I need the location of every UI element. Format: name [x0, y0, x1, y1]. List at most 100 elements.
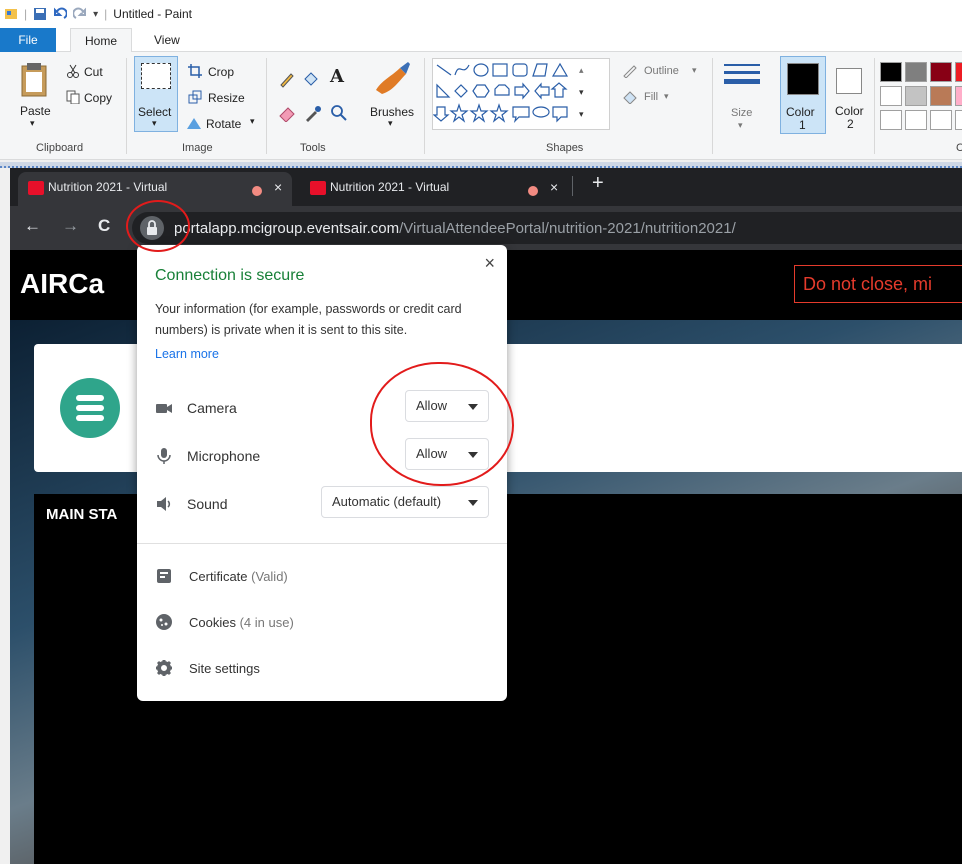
- rotate-button[interactable]: Rotate: [206, 117, 241, 131]
- cookies-label: Cookies: [189, 615, 236, 630]
- pencil-icon[interactable]: [278, 70, 296, 88]
- tab-home[interactable]: Home: [70, 28, 133, 52]
- palette-swatch[interactable]: [880, 62, 902, 82]
- copy-button[interactable]: Copy: [84, 91, 112, 105]
- fill-dropdown-icon[interactable]: ▾: [664, 91, 669, 102]
- browser-tab-2[interactable]: Nutrition 2021 - Virtual ×: [300, 172, 566, 206]
- url-path: /VirtualAttendeePortal/nutrition-2021/nu…: [399, 220, 736, 237]
- undo-icon[interactable]: [53, 7, 68, 21]
- lock-annotation-circle: [126, 200, 190, 252]
- size-icon[interactable]: [722, 62, 762, 92]
- window-title: Untitled - Paint: [113, 7, 192, 21]
- svg-text:▴: ▴: [579, 65, 584, 75]
- resize-icon[interactable]: [188, 90, 202, 104]
- palette-swatch[interactable]: [955, 86, 962, 106]
- recording-icon: [252, 186, 262, 196]
- color2-number: 2: [847, 117, 854, 131]
- recording-icon: [528, 186, 538, 196]
- copy-icon[interactable]: [66, 90, 80, 105]
- redo-icon[interactable]: [72, 7, 87, 21]
- paste-dropdown-icon[interactable]: ▾: [30, 118, 35, 129]
- shapes-gallery[interactable]: ▴ ▾ ▾: [432, 58, 610, 130]
- tools-group-label: Tools: [300, 142, 326, 154]
- save-icon[interactable]: [33, 7, 47, 21]
- outline-icon[interactable]: [622, 64, 638, 79]
- color2-button[interactable]: Color 2: [830, 56, 872, 134]
- eraser-icon[interactable]: [278, 104, 296, 123]
- camera-label: Camera: [187, 400, 237, 416]
- svg-text:▾: ▾: [579, 109, 584, 119]
- palette-swatch[interactable]: [930, 86, 952, 106]
- size-dropdown-icon[interactable]: ▾: [738, 120, 743, 131]
- outline-dropdown-icon[interactable]: ▾: [692, 65, 697, 76]
- brushes-button[interactable]: Brushes: [370, 105, 414, 119]
- microphone-label: Microphone: [187, 448, 261, 464]
- resize-button[interactable]: Resize: [208, 91, 245, 105]
- palette-swatch[interactable]: [905, 86, 927, 106]
- back-button[interactable]: ←: [24, 216, 41, 236]
- size-button[interactable]: Size: [731, 107, 752, 119]
- certificate-label: Certificate: [189, 569, 248, 584]
- crop-button[interactable]: Crop: [208, 65, 234, 79]
- forward-button[interactable]: →: [62, 216, 79, 236]
- ribbon: Paste ▾ Cut Copy Clipboard Select ▾ Crop…: [0, 52, 962, 160]
- color-picker-icon[interactable]: [304, 104, 322, 122]
- fill-button[interactable]: Fill: [644, 91, 658, 103]
- palette-swatch[interactable]: [930, 110, 952, 130]
- brushes-dropdown-icon[interactable]: ▾: [388, 118, 393, 129]
- tab-close-icon[interactable]: ×: [274, 172, 282, 202]
- fill-icon[interactable]: [622, 90, 638, 105]
- select-dropdown-icon[interactable]: ▾: [152, 118, 157, 129]
- site-favicon-icon: [28, 181, 44, 195]
- paint-app-icon: [4, 7, 18, 21]
- color1-label: Color: [786, 105, 815, 119]
- rotate-icon[interactable]: [186, 116, 202, 130]
- rotate-dropdown-icon[interactable]: ▾: [250, 116, 255, 127]
- fill-bucket-icon[interactable]: [302, 70, 320, 88]
- url-text[interactable]: portalapp.mcigroup.eventsair.com/Virtual…: [174, 220, 736, 237]
- microphone-icon: [155, 447, 173, 465]
- omnibox[interactable]: portalapp.mcigroup.eventsair.com/Virtual…: [132, 212, 962, 244]
- quick-access-dropdown-icon[interactable]: ▾: [93, 9, 98, 20]
- cookies-link[interactable]: Cookies (4 in use): [155, 615, 294, 630]
- close-popup-button[interactable]: ×: [484, 253, 495, 274]
- brushes-icon[interactable]: [372, 60, 412, 98]
- hamburger-menu-icon[interactable]: [60, 378, 120, 438]
- paste-icon[interactable]: [20, 62, 50, 100]
- certificate-link[interactable]: Certificate (Valid): [155, 569, 288, 584]
- palette-swatch[interactable]: [955, 110, 962, 130]
- palette-swatch[interactable]: [880, 86, 902, 106]
- palette-swatch[interactable]: [905, 62, 927, 82]
- site-settings-link[interactable]: Site settings: [155, 661, 260, 676]
- tab-close-icon[interactable]: ×: [550, 172, 558, 202]
- tab-file[interactable]: File: [0, 28, 56, 52]
- cut-button[interactable]: Cut: [84, 65, 103, 79]
- color1-button[interactable]: Color 1: [780, 56, 826, 134]
- palette-swatch[interactable]: [905, 110, 927, 130]
- image-group-label: Image: [182, 142, 213, 154]
- palette-swatch[interactable]: [930, 62, 952, 82]
- shapes-group-label: Shapes: [546, 142, 584, 154]
- chevron-down-icon: [468, 500, 478, 506]
- select-icon: [141, 63, 171, 89]
- palette-swatch[interactable]: [955, 62, 962, 82]
- speaker-icon: [155, 495, 173, 513]
- palette-swatch[interactable]: [880, 110, 902, 130]
- paste-button[interactable]: Paste: [20, 104, 51, 118]
- magnifier-icon[interactable]: [330, 104, 348, 122]
- cut-icon[interactable]: [66, 64, 80, 78]
- popup-divider: [137, 543, 507, 544]
- sound-permission-select[interactable]: Automatic (default): [321, 486, 489, 518]
- reload-button[interactable]: C: [98, 216, 110, 236]
- new-tab-button[interactable]: +: [592, 172, 604, 195]
- tab-view[interactable]: View: [140, 28, 194, 52]
- ribbon-tabs: File Home View: [0, 28, 962, 52]
- learn-more-link[interactable]: Learn more: [155, 347, 219, 361]
- color1-number: 1: [799, 118, 806, 132]
- sound-label: Sound: [187, 496, 228, 512]
- colors-group-label: C: [956, 142, 962, 154]
- url-domain: portalapp.mcigroup.eventsair.com: [174, 220, 400, 237]
- outline-button[interactable]: Outline: [644, 65, 679, 77]
- text-tool-icon[interactable]: A: [330, 66, 344, 87]
- crop-icon[interactable]: [188, 64, 202, 78]
